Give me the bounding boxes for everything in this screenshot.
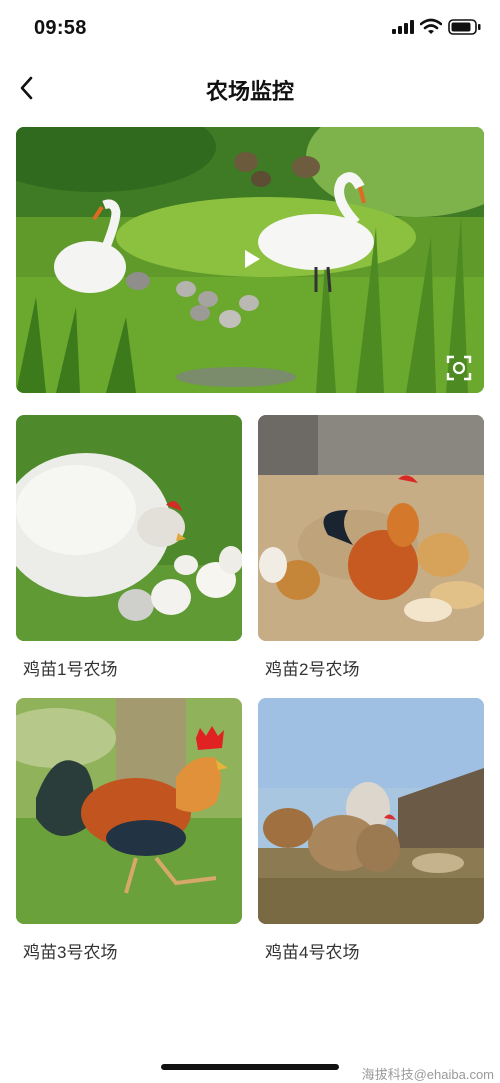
play-icon[interactable] [243, 249, 261, 269]
nav-bar: 农场监控 [0, 60, 500, 116]
farm-card-2[interactable]: 鸡苗2号农场 [258, 415, 484, 680]
farm-card-image [258, 698, 484, 924]
status-time: 09:58 [34, 17, 87, 39]
farm-card-image [16, 415, 242, 641]
battery-icon [448, 19, 481, 35]
home-indicator[interactable] [161, 1064, 339, 1070]
farm-card-image [258, 415, 484, 641]
page-title: 农场监控 [205, 79, 294, 104]
farm-card-label: 鸡苗3号农场 [23, 943, 118, 962]
hen-chicks-image [16, 415, 242, 641]
wifi-icon [420, 18, 442, 34]
farm-card-label: 鸡苗4号农场 [265, 943, 360, 962]
rooster-grass-image [16, 698, 242, 924]
farm-card-1[interactable]: 鸡苗1号农场 [16, 415, 242, 680]
farm-card-label: 鸡苗2号农场 [265, 660, 360, 679]
farm-card-3[interactable]: 鸡苗3号农场 [16, 698, 242, 963]
farm-card-image [16, 698, 242, 924]
status-bar: 09:58 [0, 0, 500, 58]
rooster-hens-straw-image [258, 415, 484, 641]
hens-field-image [258, 698, 484, 924]
watermark: 海拔科技@ehaiba.com [361, 1067, 494, 1082]
signal-icon [392, 20, 414, 34]
farm-card-label: 鸡苗1号农场 [23, 660, 118, 679]
hero-video-feed[interactable] [16, 127, 484, 393]
scan-icon[interactable] [446, 355, 472, 381]
farm-card-4[interactable]: 鸡苗4号农场 [258, 698, 484, 963]
